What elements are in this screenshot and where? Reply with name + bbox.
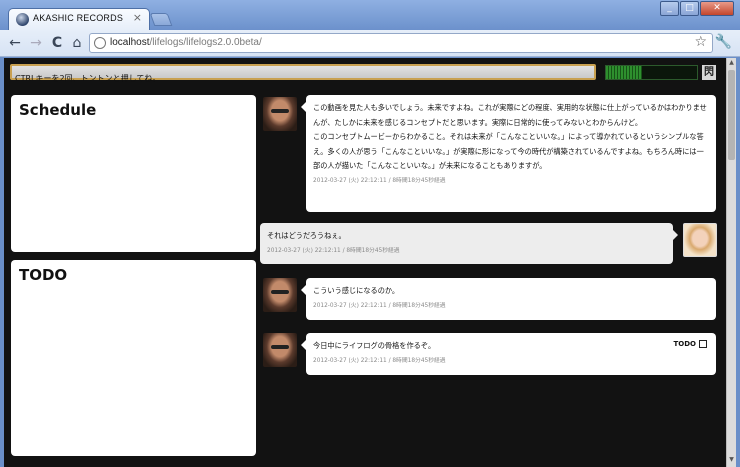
home-button[interactable]: ⌂ — [67, 33, 87, 53]
post-text: この動画を見た人も多いでしょう。未来ですよね。これが実際にどの程度、実用的な状態… — [313, 103, 707, 170]
maximize-button[interactable]: □ — [680, 1, 699, 16]
todo-checkbox[interactable] — [699, 340, 707, 348]
forward-button[interactable]: → — [26, 33, 46, 53]
title-bar: AKASHIC RECORDS × _ □ ✕ — [0, 0, 740, 31]
reload-button[interactable]: C — [47, 33, 67, 53]
url-text: localhost/lifelogs/lifelogs2.0.0beta/ — [110, 37, 262, 48]
scroll-down-icon[interactable]: ▼ — [728, 456, 735, 466]
minimize-button[interactable]: _ — [660, 1, 679, 16]
bubble-pointer — [301, 285, 306, 295]
post-timestamp: 2012-03-27 (火) 22:12:11 / 8時間18分45秒経過 — [313, 357, 446, 364]
post-timestamp: 2012-03-27 (火) 22:12:11 / 8時間18分45秒経過 — [267, 247, 400, 254]
todo-tag[interactable]: TODO — [673, 340, 707, 348]
close-window-button[interactable]: ✕ — [700, 1, 734, 16]
page-viewport: 閃 Schedule TODO この動画を見た人も多いでしょう。未来ですよね。こ… — [4, 58, 726, 467]
browser-tab[interactable]: AKASHIC RECORDS × — [8, 8, 150, 31]
address-bar[interactable]: localhost/lifelogs/lifelogs2.0.0beta/ ☆ — [89, 33, 713, 53]
scrollbar[interactable]: ▲ ▼ — [726, 58, 736, 467]
flash-icon[interactable]: 閃 — [702, 65, 716, 80]
post-bubble: こういう感じになるのか。 2012-03-27 (火) 22:12:11 / 8… — [301, 278, 716, 320]
new-tab-button[interactable] — [149, 13, 173, 26]
post-text: こういう感じになるのか。 — [313, 286, 400, 295]
window-controls: _ □ ✕ — [660, 1, 734, 16]
page-icon — [94, 37, 106, 49]
bubble-pointer — [301, 102, 306, 112]
tab-close-icon[interactable]: × — [133, 11, 142, 24]
window-frame — [736, 58, 740, 467]
avatar[interactable] — [263, 333, 297, 367]
activity-meter — [605, 65, 698, 80]
tab-title: AKASHIC RECORDS — [33, 13, 124, 23]
wrench-icon[interactable]: 🔧 — [715, 34, 732, 50]
bubble-pointer — [301, 340, 306, 350]
globe-icon — [16, 13, 29, 26]
reply-bubble: それはどうだろうねぇ。 2012-03-27 (火) 22:12:11 / 8時… — [260, 223, 678, 264]
back-button[interactable]: ← — [5, 33, 25, 53]
command-input[interactable] — [12, 72, 594, 85]
post-bubble: この動画を見た人も多いでしょう。未来ですよね。これが実際にどの程度、実用的な状態… — [301, 95, 716, 212]
post-bubble: 今日中にライフログの骨格を作るぞ。 2012-03-27 (火) 22:12:1… — [301, 333, 716, 375]
todo-tag-label: TODO — [673, 340, 697, 348]
schedule-panel: Schedule — [11, 95, 256, 252]
post-text: 今日中にライフログの骨格を作るぞ。 — [313, 341, 436, 350]
browser-toolbar: ← → C ⌂ localhost/lifelogs/lifelogs2.0.0… — [0, 30, 740, 57]
todo-panel: TODO — [11, 260, 256, 456]
schedule-title: Schedule — [19, 101, 97, 119]
bookmark-star-icon[interactable]: ☆ — [694, 34, 707, 50]
post-timestamp: 2012-03-27 (火) 22:12:11 / 8時間18分45秒経過 — [313, 302, 446, 309]
scroll-up-icon[interactable]: ▲ — [728, 59, 735, 69]
todo-title: TODO — [19, 266, 68, 284]
avatar[interactable] — [263, 97, 297, 131]
post-text: それはどうだろうねぇ。 — [267, 231, 346, 240]
scrollbar-thumb[interactable] — [728, 70, 735, 160]
meter-fill — [606, 66, 643, 79]
command-bar[interactable] — [10, 64, 596, 85]
post-timestamp: 2012-03-27 (火) 22:12:11 / 8時間18分45秒経過 — [313, 177, 446, 184]
avatar[interactable] — [263, 278, 297, 312]
avatar[interactable] — [683, 223, 717, 257]
bubble-pointer — [673, 230, 678, 240]
